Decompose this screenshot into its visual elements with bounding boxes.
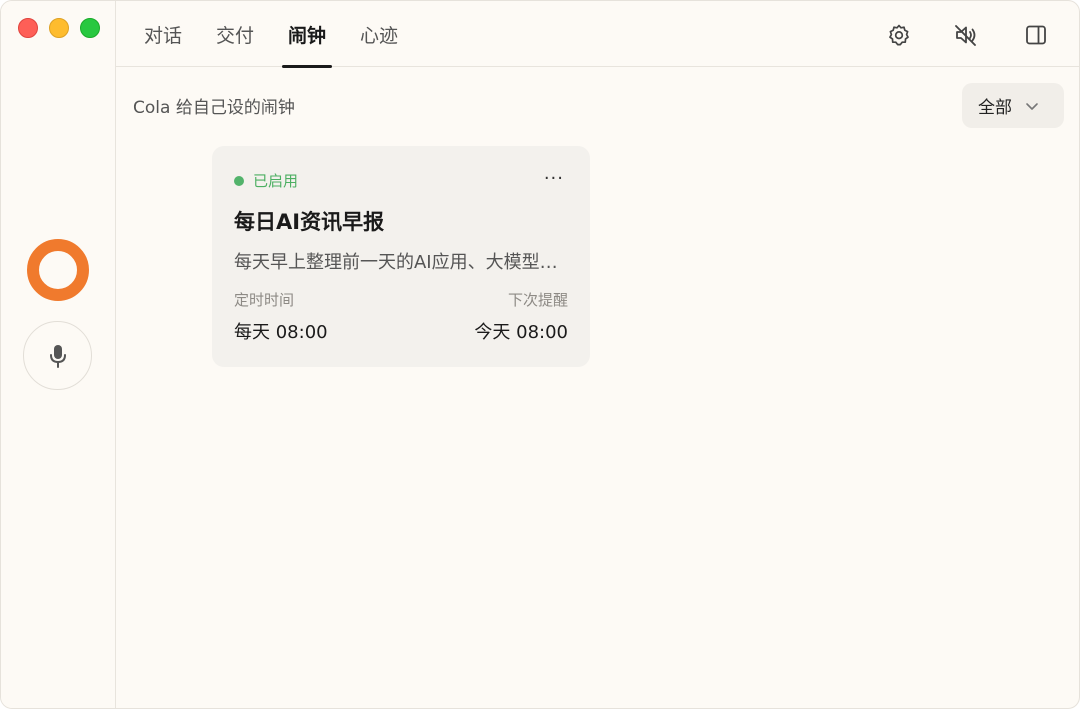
- speaker-muted-icon: [955, 25, 976, 46]
- tab-deliverables[interactable]: 交付: [216, 1, 254, 67]
- tab-alarms[interactable]: 闹钟: [282, 1, 333, 68]
- filter-label: 全部: [978, 98, 1012, 118]
- tab-chat[interactable]: 对话: [144, 1, 182, 67]
- sidebar-toggle-icon: [1026, 25, 1046, 45]
- close-window-button[interactable]: [18, 18, 38, 38]
- next-reminder-label: 下次提醒: [507, 291, 568, 309]
- more-options-button[interactable]: ···: [544, 168, 564, 189]
- schedule-label: 定时时间: [234, 291, 295, 309]
- status-dot: [234, 175, 244, 186]
- voice-input-button[interactable]: [23, 321, 92, 390]
- settings-button[interactable]: [886, 22, 912, 48]
- chevron-down-icon: [1026, 102, 1038, 110]
- main-tabs: 对话 交付 闹钟 心迹: [144, 1, 432, 68]
- next-reminder-value: 今天 08:00: [474, 322, 568, 343]
- alarm-card[interactable]: 已启用 ··· 每日AI资讯早报 每天早上整理前一天的AI应用、大模型相关资讯 …: [212, 146, 590, 367]
- left-rail: [1, 1, 116, 708]
- top-bar: 对话 交付 闹钟 心迹: [116, 1, 1079, 68]
- page-subtitle: Cola 给自己设的闹钟: [133, 98, 295, 118]
- tab-journal[interactable]: 心迹: [360, 1, 398, 67]
- alarm-title: 每日AI资讯早报: [234, 210, 385, 234]
- gear-icon: [889, 24, 909, 46]
- status-label: 已启用: [253, 172, 299, 190]
- app-window: 对话 交付 闹钟 心迹 Cola 给自己设的闹钟 全部 已启用 ··· 每日AI…: [0, 0, 1080, 709]
- microphone-icon: [49, 344, 66, 368]
- alarm-description: 每天早上整理前一天的AI应用、大模型相关资讯: [234, 252, 574, 273]
- window-controls: [18, 18, 100, 38]
- sidebar-toggle-button[interactable]: [1023, 22, 1049, 48]
- minimize-window-button[interactable]: [49, 18, 69, 38]
- schedule-value: 每天 08:00: [234, 322, 328, 343]
- filter-dropdown[interactable]: 全部: [962, 83, 1064, 128]
- assistant-avatar[interactable]: [27, 239, 89, 301]
- maximize-window-button[interactable]: [80, 18, 100, 38]
- status-badge: 已启用: [234, 170, 298, 191]
- mute-toggle-button[interactable]: [953, 22, 979, 48]
